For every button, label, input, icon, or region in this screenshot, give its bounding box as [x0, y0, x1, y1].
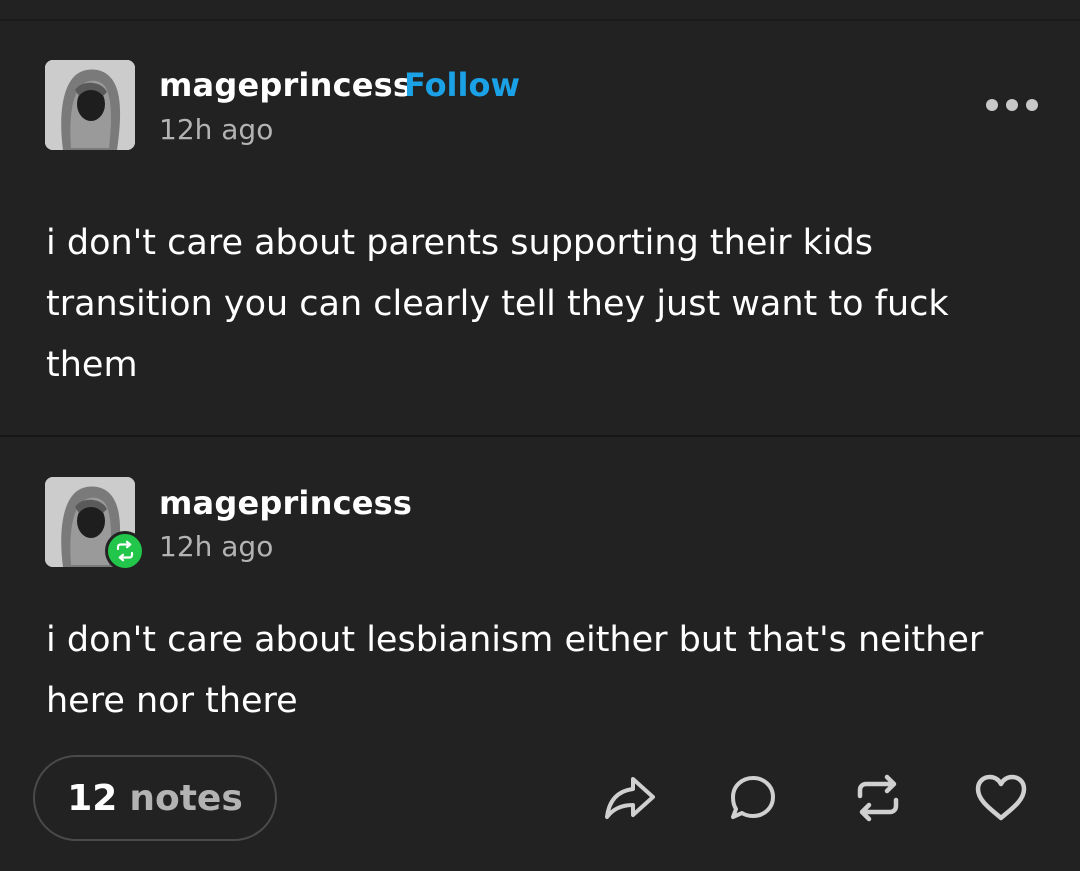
notes-button[interactable]: 12 notes	[33, 755, 277, 841]
like-icon[interactable]	[973, 770, 1029, 826]
notes-count: 12	[67, 777, 118, 819]
post-body: i don't care about lesbianism either but…	[46, 620, 984, 721]
reblog-icon[interactable]	[850, 770, 906, 826]
share-icon[interactable]	[602, 770, 658, 826]
reblog-badge-icon	[105, 531, 145, 571]
more-options-icon[interactable]	[986, 94, 1038, 116]
reblog-divider	[0, 435, 1080, 437]
post-screen: mageprincess Follow 12h ago i don't care…	[0, 0, 1080, 871]
timestamp[interactable]: 12h ago	[159, 113, 273, 146]
top-divider	[0, 19, 1080, 21]
timestamp[interactable]: 12h ago	[159, 530, 273, 563]
username[interactable]: mageprincess	[159, 484, 412, 522]
reply-icon[interactable]	[725, 770, 781, 826]
notes-label: notes	[129, 777, 243, 819]
post-body: i don't care about parents supporting th…	[46, 223, 949, 385]
follow-button[interactable]: Follow	[404, 66, 520, 104]
username[interactable]: mageprincess	[159, 66, 412, 104]
avatar[interactable]	[45, 60, 135, 150]
